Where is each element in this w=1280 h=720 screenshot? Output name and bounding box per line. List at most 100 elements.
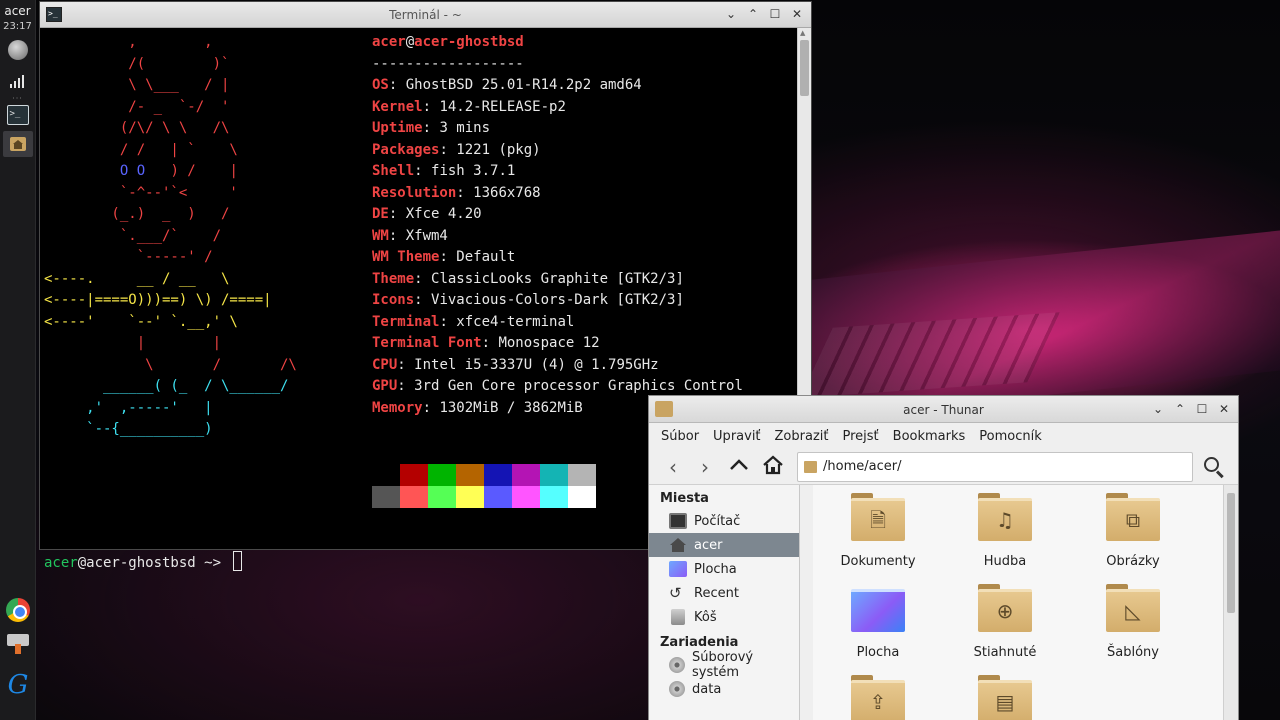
info-line: Icons: Vivacious-Colors-Dark [GTK2/3] [372,292,684,308]
palette-swatch [568,464,596,486]
thunar-titlebar[interactable]: acer - Thunar ⌄ ⌃ ☐ ✕ [649,396,1238,423]
ghostbsd-launcher-icon[interactable]: G [6,672,30,698]
installer-launcher-icon[interactable] [7,634,29,658]
ascii-logo: , , /( )` \ \___ / | /- _ `-/ ' (/\/ \ \… [44,34,297,437]
minimize-icon[interactable]: ⌄ [1150,401,1166,417]
sidebar-item-recent[interactable]: ↺ Recent [649,581,799,605]
scroll-up-icon[interactable]: ▲ [800,29,805,37]
sidebar-item-filesystem[interactable]: Súborový systém [649,650,799,680]
sidebar-item-data[interactable]: data [649,677,799,701]
scrollbar-thumb[interactable] [1227,493,1235,613]
file-view[interactable]: 🗎 Dokumenty ♫ Hudba ⧉ Obrázky Plocha ⊕ S… [813,485,1223,720]
pictures-folder-icon: ⧉ [1106,493,1160,541]
palette-swatch [372,486,400,508]
folder-item[interactable]: ⧉ Obrázky [1078,493,1188,569]
menu-help[interactable]: Pomocník [973,426,1047,447]
forward-arrow-icon[interactable]: › [691,454,719,480]
info-line: Terminal Font: Monospace 12 [372,335,600,351]
system-info: acer@acer-ghostbsd ------------------ OS: … [372,32,743,419]
palette-swatch [512,464,540,486]
folder-item[interactable]: Plocha [823,584,933,660]
palette-swatch [540,486,568,508]
close-icon[interactable]: ✕ [789,6,805,22]
info-line: Resolution: 1366x768 [372,184,541,201]
maximize-icon[interactable]: ☐ [767,6,783,22]
chrome-launcher-icon[interactable] [6,598,30,622]
folder-item[interactable]: ⊕ Stiahnuté [950,584,1060,660]
info-line: Theme: ClassicLooks Graphite [GTK2/3] [372,270,684,287]
menu-bookmarks[interactable]: Bookmarks [887,426,972,447]
minimize-icon[interactable]: ⌄ [723,6,739,22]
folder-icon [804,461,817,473]
palette-swatch [484,464,512,486]
videos-folder-icon: ▤ [978,675,1032,720]
terminal-task-icon[interactable]: >_ [6,105,29,125]
maximize-icon[interactable]: ☐ [1194,401,1210,417]
search-icon[interactable] [1201,454,1227,480]
music-folder-icon: ♫ [978,493,1032,541]
folder-item[interactable]: ⇪ [823,675,933,720]
desktop-icon [669,561,687,577]
drive-icon [669,681,685,697]
palette-swatch [540,464,568,486]
menu-bar: Súbor Upraviť Zobraziť Prejsť Bookmarks … [649,423,1238,449]
weather-moon-icon[interactable] [7,40,28,60]
terminal-title: Terminál - ~ [389,8,462,22]
menu-edit[interactable]: Upraviť [707,426,766,447]
home-icon[interactable] [759,454,787,480]
sidebar: Miesta Počítač acer Plocha ↺ Recent Kôš … [649,485,800,720]
network-signal-icon[interactable] [9,74,26,88]
info-line: CPU: Intel i5-3337U (4) @ 1.795GHz [372,356,659,373]
computer-icon [669,513,687,529]
palette-swatch [400,464,428,486]
templates-folder-icon: ◺ [1106,584,1160,632]
color-palette [372,464,596,508]
menu-go[interactable]: Prejsť [837,426,885,447]
shell-prompt[interactable]: acer@acer-ghostbsd ~> [44,551,243,571]
folder-item[interactable]: ◺ Šablóny [1078,584,1188,660]
palette-swatch [456,486,484,508]
info-line: Uptime: 3 mins [372,120,491,136]
documents-folder-icon: 🗎 [851,493,905,541]
location-path: /home/acer/ [823,459,902,474]
downloads-folder-icon: ⊕ [978,584,1032,632]
info-line: OS: GhostBSD 25.01-R14.2p2 amd64 [372,77,642,93]
public-folder-icon: ⇪ [851,675,905,720]
palette-swatch [512,486,540,508]
side-panel: acer 23:17 ··· >_ G [0,0,36,720]
folder-item[interactable]: ♫ Hudba [950,493,1060,569]
thunar-window[interactable]: acer - Thunar ⌄ ⌃ ☐ ✕ Súbor Upraviť Zobr… [648,395,1239,720]
recent-icon: ↺ [669,584,682,602]
info-line: Terminal: xfce4-terminal [372,313,575,330]
restore-icon[interactable]: ⌃ [1172,401,1188,417]
restore-icon[interactable]: ⌃ [745,6,761,22]
palette-swatch [484,486,512,508]
panel-clock[interactable]: 23:17 [0,21,35,32]
info-line: DE: Xfce 4.20 [372,206,482,222]
sidebar-item-trash[interactable]: Kôš [649,605,799,629]
sidebar-item-home[interactable]: acer [649,533,799,557]
folder-item[interactable]: ▤ [950,675,1060,720]
palette-swatch [428,486,456,508]
menu-file[interactable]: Súbor [655,426,705,447]
close-icon[interactable]: ✕ [1216,401,1232,417]
up-arrow-icon[interactable] [725,454,753,480]
back-arrow-icon[interactable]: ‹ [659,454,687,480]
panel-username[interactable]: acer [0,4,35,18]
file-manager-task-icon[interactable] [2,131,33,157]
location-bar[interactable]: /home/acer/ [797,452,1193,482]
info-line: Kernel: 14.2-RELEASE-p2 [372,98,566,115]
file-view-scrollbar[interactable] [1223,485,1238,720]
sidebar-item-computer[interactable]: Počítač [649,509,799,533]
sidebar-item-desktop[interactable]: Plocha [649,557,799,581]
menu-view[interactable]: Zobraziť [769,426,835,447]
info-line: Packages: 1221 (pkg) [372,141,541,158]
drive-icon [669,657,685,673]
text-cursor [233,551,243,571]
terminal-titlebar[interactable]: >_ Terminál - ~ ⌄ ⌃ ☐ ✕ [40,2,811,28]
scrollbar-thumb[interactable] [800,40,809,96]
info-line: Shell: fish 3.7.1 [372,163,516,179]
palette-swatch [456,464,484,486]
folder-item[interactable]: 🗎 Dokumenty [823,493,933,569]
palette-swatch [372,464,400,486]
